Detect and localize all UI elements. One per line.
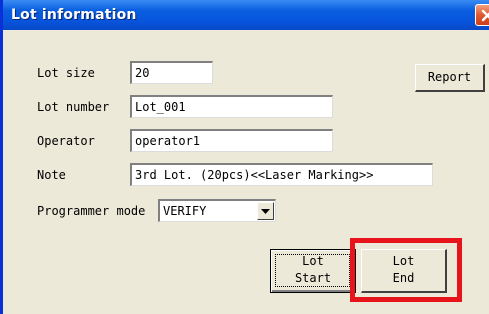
- report-button[interactable]: Report: [415, 64, 485, 92]
- programmer-mode-select[interactable]: VERIFY: [158, 199, 276, 222]
- lot-size-label: Lot size: [37, 66, 95, 80]
- chevron-down-icon: [261, 209, 270, 214]
- window-title: Lot information: [11, 7, 137, 23]
- lot-number-input[interactable]: Lot_001: [130, 95, 333, 118]
- title-bar[interactable]: Lot information: [3, 0, 489, 30]
- close-icon: [481, 9, 489, 22]
- lot-number-label: Lot number: [37, 100, 110, 114]
- operator-label: Operator: [37, 134, 95, 148]
- dropdown-button[interactable]: [257, 202, 274, 220]
- programmer-mode-value: VERIFY: [163, 204, 207, 218]
- close-button[interactable]: [475, 4, 489, 26]
- lot-size-input[interactable]: 20: [130, 61, 213, 84]
- focus-ring: [275, 254, 350, 287]
- operator-input[interactable]: operator1: [130, 129, 333, 152]
- lot-start-button[interactable]: Lot Start: [270, 249, 356, 293]
- note-input[interactable]: 3rd Lot. (20pcs)<<Laser Marking>>: [130, 163, 433, 186]
- note-label: Note: [37, 168, 66, 182]
- programmer-mode-label: Programmer mode: [37, 204, 146, 218]
- lot-information-dialog: Lot information Lot size 20 Report Lot n…: [0, 0, 489, 314]
- highlight-annotation: [350, 238, 462, 302]
